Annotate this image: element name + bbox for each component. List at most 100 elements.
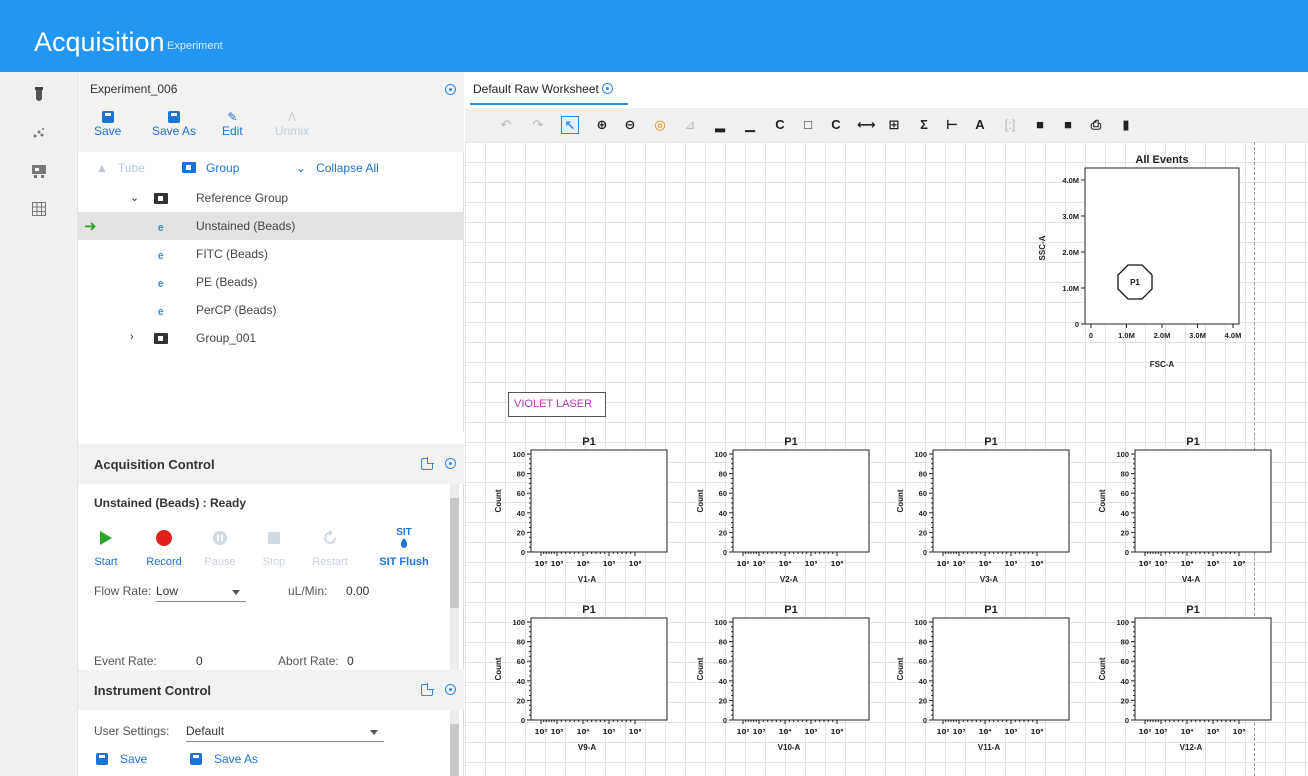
histogram-plot-area [530, 617, 668, 721]
save-worksheet-icon[interactable]: ■ [1031, 116, 1049, 134]
histogram-xlabel: V4-A [1182, 575, 1200, 584]
instrument-icon[interactable] [28, 160, 50, 182]
save-as-button[interactable]: Save As [152, 110, 196, 138]
add-tube-button[interactable]: ▲ Tube [96, 161, 145, 175]
unmix-button[interactable]: Λ Unmix [275, 110, 309, 138]
chevron-down-icon[interactable]: ⌄ [130, 191, 139, 204]
scatter-plot-all-events[interactable]: All Events 0 1.0M 2.0M 3.0M 4.0M 0 1.0M 2.0M 3.… [1035, 152, 1245, 372]
histogram-xtick-label: 10⁶ [1031, 728, 1044, 736]
collapse-all-button[interactable]: ⌄ Collapse All [296, 161, 379, 175]
app-subtitle: Experiment [167, 40, 223, 52]
pdf-export-icon[interactable]: ▮ [1117, 116, 1135, 134]
histogram-xlabel: V10-A [778, 743, 801, 752]
pointer-icon[interactable]: ↖ [561, 116, 579, 134]
popout-icon[interactable] [421, 458, 433, 470]
user-settings-select[interactable]: Default [186, 720, 384, 742]
histogram-v12-a[interactable]: P1 0 20 40 60 80 100 Count 10² 10³ 10⁴ 10⁵ 10⁶ V12-A [1081, 600, 1277, 768]
sit-flush-button[interactable]: SIT SIT Flush [378, 526, 430, 569]
worksheet-toolbar: ↶ ↷ ↖ ⊕ ⊖ ◎ ⊿ ▂ ▁ C □ C ⟷ ⊞ Σ ⊢ A [:] ■ … [465, 108, 1308, 142]
instrument-scrollbar[interactable] [450, 710, 459, 776]
save-button[interactable]: Save [94, 110, 121, 138]
histogram-v10-a[interactable]: P1 0 20 40 60 80 100 Count 10² 10³ 10⁴ 10⁵ 10⁶ V10-A [679, 600, 875, 768]
chevron-right-icon[interactable]: › [130, 331, 134, 343]
zoom-in-icon[interactable]: ⊕ [593, 116, 611, 134]
scatter-ytick-label: 4.0M [1062, 176, 1079, 185]
scatter-ytick-label: 2.0M [1062, 248, 1079, 257]
collapse-panel-icon[interactable] [445, 84, 456, 95]
tree-item-fitc[interactable]: ₑ FITC (Beads) [78, 240, 464, 268]
placeholder-icon[interactable]: [:] [1001, 116, 1019, 134]
histogram-ytick-label: 100 [914, 450, 927, 459]
histogram-ytick-label: 100 [1116, 450, 1129, 459]
flow-rate-select[interactable]: Low [156, 580, 246, 602]
tree-item-pe[interactable]: ₑ PE (Beads) [78, 268, 464, 296]
save-as-worksheet-icon[interactable]: ■ [1059, 116, 1077, 134]
zoom-out-icon[interactable]: ⊖ [621, 116, 639, 134]
popout-icon[interactable] [421, 684, 433, 696]
print-icon[interactable]: ⎙ [1087, 116, 1105, 134]
add-group-button[interactable]: Group [182, 161, 239, 175]
stop-button[interactable]: Stop [248, 526, 300, 568]
tube-icon[interactable] [28, 84, 50, 106]
histogram-xtick-label: 10² [737, 728, 750, 736]
interval-gate-icon[interactable]: ⟷ [857, 116, 876, 134]
histogram-ylabel: Count [696, 657, 705, 680]
histogram-ylabel: Count [494, 657, 503, 680]
polygon-gate-icon[interactable]: C [771, 116, 789, 134]
histogram-xtick-label: 10⁵ [1005, 728, 1018, 736]
statistics-icon[interactable]: Σ [915, 116, 933, 134]
density-plot-icon[interactable]: ⊿ [681, 116, 699, 134]
rectangle-gate-icon[interactable]: □ [799, 116, 817, 134]
text-icon[interactable]: A [971, 116, 989, 134]
tab-options-icon[interactable] [602, 83, 614, 94]
redo-icon[interactable]: ↷ [529, 116, 547, 134]
histogram-v9-a[interactable]: P1 0 20 40 60 80 100 Count 10² 10³ 10⁴ 10⁵ 10⁶ V9-A [477, 600, 673, 768]
histogram-ytick-label: 60 [719, 657, 727, 666]
scatter-ytick-label: 0 [1075, 320, 1079, 329]
dot-plot-icon[interactable]: ◎ [651, 116, 669, 134]
instrument-save-as-button[interactable]: Save As [190, 752, 258, 766]
histogram-v4-a[interactable]: P1 0 20 40 60 80 100 Count 10² 10³ 10⁴ 10⁵ 10⁶ V4-A [1081, 432, 1277, 600]
tab-default-raw-worksheet[interactable]: Default Raw Worksheet [473, 82, 614, 96]
start-button[interactable]: Start [80, 526, 132, 568]
histogram-v2-a[interactable]: P1 0 20 40 60 80 100 Count 10² 10³ 10⁴ 10⁵ 10⁶ V2-A [679, 432, 875, 600]
histogram-ytick-label: 0 [923, 548, 927, 557]
histogram-xtick-label: 10³ [1155, 728, 1168, 736]
histogram-icon[interactable]: ▂ [711, 116, 729, 134]
acquisition-scrollbar[interactable] [450, 484, 459, 670]
scatter-ytick-label: 1.0M [1062, 284, 1079, 293]
histogram-ytick-label: 20 [719, 528, 727, 537]
tree-item-percp[interactable]: ₑ PerCP (Beads) [78, 296, 464, 324]
scatter-plot-area [1084, 167, 1240, 325]
overlay-histogram-icon[interactable]: ▁ [741, 116, 759, 134]
record-button[interactable]: Record [138, 526, 190, 568]
scatter-icon[interactable] [28, 122, 50, 144]
instrument-save-button[interactable]: Save [96, 752, 147, 766]
histogram-ytick-label: 20 [1121, 696, 1129, 705]
tree-item-unstained[interactable]: ➜ ₑ Unstained (Beads) [78, 212, 464, 240]
collapse-panel-icon[interactable] [445, 684, 456, 695]
laser-label[interactable]: VIOLET LASER [508, 392, 606, 417]
tree-item-group-001[interactable]: › Group_001 [78, 324, 464, 352]
histogram-xtick-label: 10⁴ [779, 728, 792, 736]
histogram-v1-a[interactable]: P1 0 20 40 60 80 100 Count 10² 10³ 10⁴ 10⁵ 10⁶ V1-A [477, 432, 673, 600]
edit-button[interactable]: ✎ Edit [222, 110, 243, 138]
collapse-panel-icon[interactable] [445, 458, 456, 469]
histogram-ytick-label: 0 [1125, 548, 1129, 557]
histogram-ytick-label: 20 [517, 528, 525, 537]
tree-item-reference-group[interactable]: ⌄ Reference Group [78, 184, 464, 212]
pause-button[interactable]: Pause [194, 526, 246, 568]
histogram-ylabel: Count [896, 489, 905, 512]
ellipse-gate-icon[interactable]: C [827, 116, 845, 134]
histogram-ytick-label: 20 [919, 528, 927, 537]
undo-icon[interactable]: ↶ [497, 116, 515, 134]
histogram-ytick-label: 40 [719, 509, 727, 518]
histogram-ytick-label: 40 [919, 509, 927, 518]
hierarchy-icon[interactable]: ⊢ [943, 116, 961, 134]
histogram-v11-a[interactable]: P1 0 20 40 60 80 100 Count 10² 10³ 10⁴ 10⁵ 10⁶ V11-A [879, 600, 1075, 768]
quadrant-gate-icon[interactable]: ⊞ [885, 116, 903, 134]
grid-icon[interactable] [28, 198, 50, 220]
restart-button[interactable]: Restart [304, 526, 356, 568]
histogram-v3-a[interactable]: P1 0 20 40 60 80 100 Count 10² 10³ 10⁴ 10⁵ 10⁶ V3-A [879, 432, 1075, 600]
histogram-ytick-label: 40 [719, 677, 727, 686]
